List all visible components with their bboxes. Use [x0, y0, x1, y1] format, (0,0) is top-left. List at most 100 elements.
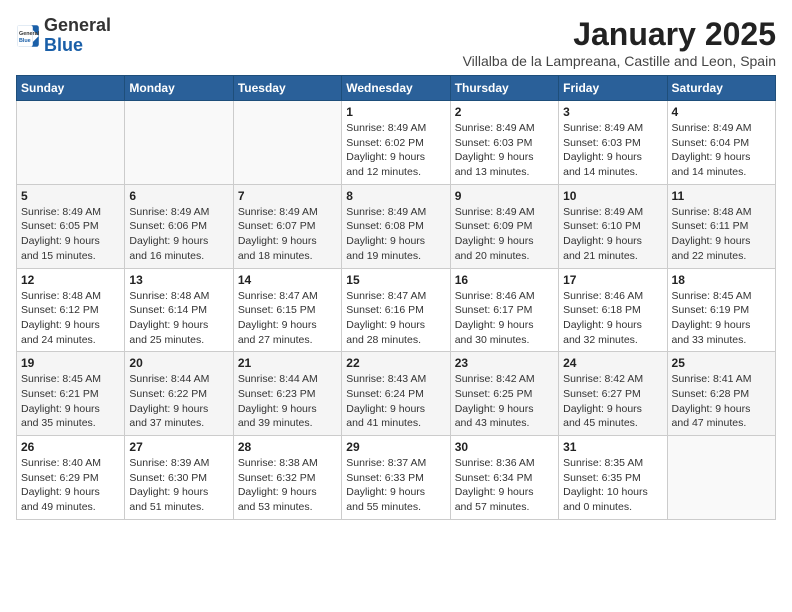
title-block: January 2025 Villalba de la Lampreana, C…: [463, 16, 776, 69]
day-info: Sunrise: 8:43 AMSunset: 6:24 PMDaylight:…: [346, 372, 445, 431]
week-row-4: 19 Sunrise: 8:45 AMSunset: 6:21 PMDayligh…: [17, 352, 776, 436]
calendar-cell: [667, 436, 775, 520]
calendar-cell: 30 Sunrise: 8:36 AMSunset: 6:34 PMDayligh…: [450, 436, 558, 520]
weekday-header-row: SundayMondayTuesdayWednesdayThursdayFrid…: [17, 76, 776, 101]
day-number: 11: [672, 189, 771, 203]
weekday-header-wednesday: Wednesday: [342, 76, 450, 101]
weekday-header-friday: Friday: [559, 76, 667, 101]
calendar-cell: 12Sunrise: 8:48 AMSunset: 6:12 PMDayligh…: [17, 268, 125, 352]
calendar-cell: 3Sunrise: 8:49 AMSunset: 6:03 PMDaylight…: [559, 101, 667, 185]
day-info: Sunrise: 8:48 AMSunset: 6:11 PMDaylight:…: [672, 205, 771, 264]
day-number: 14: [238, 273, 337, 287]
calendar-cell: 29 Sunrise: 8:37 AMSunset: 6:33 PMDayligh…: [342, 436, 450, 520]
day-info: Sunrise: 8:45 AMSunset: 6:19 PMDaylight:…: [672, 289, 771, 348]
day-info: Sunrise: 8:40 AMSunset: 6:29 PMDaylight:…: [21, 456, 120, 515]
day-number: 1: [346, 105, 445, 119]
logo-general-text: General: [44, 15, 111, 35]
day-info: Sunrise: 8:37 AMSunset: 6:33 PMDaylight:…: [346, 456, 445, 515]
day-info: Sunrise: 8:41 AMSunset: 6:28 PMDaylight:…: [672, 372, 771, 431]
calendar-cell: 17 Sunrise: 8:46 AMSunset: 6:18 PMDayligh…: [559, 268, 667, 352]
weekday-header-tuesday: Tuesday: [233, 76, 341, 101]
day-number: 30: [455, 440, 554, 454]
calendar-cell: 22 Sunrise: 8:43 AMSunset: 6:24 PMDayligh…: [342, 352, 450, 436]
calendar-cell: 25 Sunrise: 8:41 AMSunset: 6:28 PMDayligh…: [667, 352, 775, 436]
day-info: Sunrise: 8:49 AMSunset: 6:10 PMDaylight:…: [563, 205, 662, 264]
day-info: Sunrise: 8:36 AMSunset: 6:34 PMDaylight:…: [455, 456, 554, 515]
svg-text:Blue: Blue: [19, 38, 31, 44]
calendar-cell: 4Sunrise: 8:49 AMSunset: 6:04 PMDaylight…: [667, 101, 775, 185]
logo-blue-text: Blue: [44, 35, 83, 55]
day-info: Sunrise: 8:49 AMSunset: 6:07 PMDaylight:…: [238, 205, 337, 264]
calendar-cell: 10Sunrise: 8:49 AMSunset: 6:10 PMDayligh…: [559, 184, 667, 268]
calendar-cell: 7 Sunrise: 8:49 AMSunset: 6:07 PMDaylight…: [233, 184, 341, 268]
calendar-cell: 20Sunrise: 8:44 AMSunset: 6:22 PMDayligh…: [125, 352, 233, 436]
calendar-cell: 1Sunrise: 8:49 AMSunset: 6:02 PMDaylight…: [342, 101, 450, 185]
calendar-cell: 19 Sunrise: 8:45 AMSunset: 6:21 PMDayligh…: [17, 352, 125, 436]
day-number: 12: [21, 273, 120, 287]
calendar-cell: [125, 101, 233, 185]
day-info: Sunrise: 8:44 AMSunset: 6:23 PMDaylight:…: [238, 372, 337, 431]
day-number: 20: [129, 356, 228, 370]
day-info: Sunrise: 8:45 AMSunset: 6:21 PMDaylight:…: [21, 372, 120, 431]
day-number: 25: [672, 356, 771, 370]
day-number: 8: [346, 189, 445, 203]
day-number: 24: [563, 356, 662, 370]
logo-icon: General Blue: [16, 24, 40, 48]
week-row-1: 1Sunrise: 8:49 AMSunset: 6:02 PMDaylight…: [17, 101, 776, 185]
day-number: 13: [129, 273, 228, 287]
calendar-cell: 23Sunrise: 8:42 AMSunset: 6:25 PMDayligh…: [450, 352, 558, 436]
calendar-cell: 8 Sunrise: 8:49 AMSunset: 6:08 PMDaylight…: [342, 184, 450, 268]
calendar-cell: 9 Sunrise: 8:49 AMSunset: 6:09 PMDaylight…: [450, 184, 558, 268]
calendar-cell: 26Sunrise: 8:40 AMSunset: 6:29 PMDayligh…: [17, 436, 125, 520]
day-info: Sunrise: 8:46 AMSunset: 6:18 PMDaylight:…: [563, 289, 662, 348]
day-number: 16: [455, 273, 554, 287]
day-number: 28: [238, 440, 337, 454]
logo: General Blue General Blue: [16, 16, 111, 56]
day-number: 7: [238, 189, 337, 203]
calendar-cell: 27Sunrise: 8:39 AMSunset: 6:30 PMDayligh…: [125, 436, 233, 520]
calendar-cell: [233, 101, 341, 185]
month-title: January 2025: [463, 16, 776, 53]
day-number: 15: [346, 273, 445, 287]
day-info: Sunrise: 8:49 AMSunset: 6:09 PMDaylight:…: [455, 205, 554, 264]
day-info: Sunrise: 8:49 AMSunset: 6:08 PMDaylight:…: [346, 205, 445, 264]
day-info: Sunrise: 8:47 AMSunset: 6:16 PMDaylight:…: [346, 289, 445, 348]
day-info: Sunrise: 8:48 AMSunset: 6:14 PMDaylight:…: [129, 289, 228, 348]
calendar-cell: 16 Sunrise: 8:46 AMSunset: 6:17 PMDayligh…: [450, 268, 558, 352]
day-number: 3: [563, 105, 662, 119]
weekday-header-monday: Monday: [125, 76, 233, 101]
day-number: 22: [346, 356, 445, 370]
day-number: 29: [346, 440, 445, 454]
subtitle: Villalba de la Lampreana, Castille and L…: [463, 53, 776, 69]
week-row-5: 26Sunrise: 8:40 AMSunset: 6:29 PMDayligh…: [17, 436, 776, 520]
calendar-cell: [17, 101, 125, 185]
calendar-cell: 2Sunrise: 8:49 AMSunset: 6:03 PMDaylight…: [450, 101, 558, 185]
day-number: 19: [21, 356, 120, 370]
week-row-3: 12Sunrise: 8:48 AMSunset: 6:12 PMDayligh…: [17, 268, 776, 352]
calendar-cell: 31 Sunrise: 8:35 AMSunset: 6:35 PMDayligh…: [559, 436, 667, 520]
calendar: SundayMondayTuesdayWednesdayThursdayFrid…: [16, 75, 776, 520]
header: General Blue General Blue January 2025 V…: [16, 16, 776, 69]
day-number: 18: [672, 273, 771, 287]
day-info: Sunrise: 8:35 AMSunset: 6:35 PMDaylight:…: [563, 456, 662, 515]
day-number: 23: [455, 356, 554, 370]
calendar-cell: 14 Sunrise: 8:47 AMSunset: 6:15 PMDayligh…: [233, 268, 341, 352]
day-number: 31: [563, 440, 662, 454]
calendar-cell: 11 Sunrise: 8:48 AMSunset: 6:11 PMDayligh…: [667, 184, 775, 268]
day-number: 21: [238, 356, 337, 370]
day-number: 5: [21, 189, 120, 203]
weekday-header-thursday: Thursday: [450, 76, 558, 101]
day-info: Sunrise: 8:46 AMSunset: 6:17 PMDaylight:…: [455, 289, 554, 348]
calendar-cell: 24Sunrise: 8:42 AMSunset: 6:27 PMDayligh…: [559, 352, 667, 436]
day-info: Sunrise: 8:38 AMSunset: 6:32 PMDaylight:…: [238, 456, 337, 515]
calendar-cell: 18 Sunrise: 8:45 AMSunset: 6:19 PMDayligh…: [667, 268, 775, 352]
day-info: Sunrise: 8:47 AMSunset: 6:15 PMDaylight:…: [238, 289, 337, 348]
calendar-cell: 13 Sunrise: 8:48 AMSunset: 6:14 PMDayligh…: [125, 268, 233, 352]
day-info: Sunrise: 8:39 AMSunset: 6:30 PMDaylight:…: [129, 456, 228, 515]
day-number: 2: [455, 105, 554, 119]
day-number: 9: [455, 189, 554, 203]
weekday-header-saturday: Saturday: [667, 76, 775, 101]
calendar-cell: 28 Sunrise: 8:38 AMSunset: 6:32 PMDayligh…: [233, 436, 341, 520]
day-number: 17: [563, 273, 662, 287]
calendar-cell: 5Sunrise: 8:49 AMSunset: 6:05 PMDaylight…: [17, 184, 125, 268]
